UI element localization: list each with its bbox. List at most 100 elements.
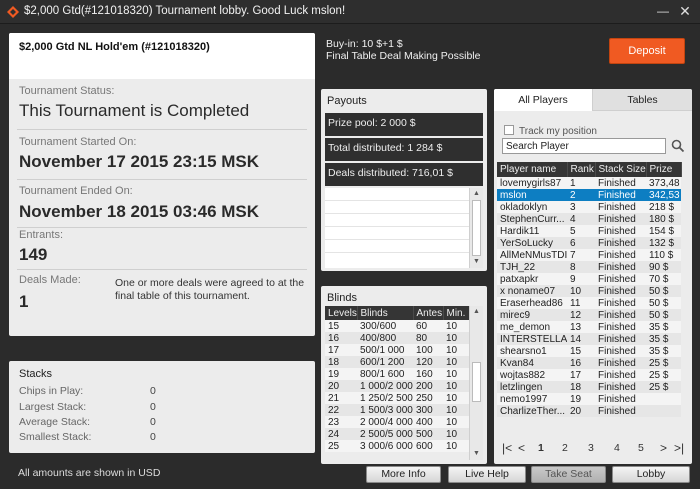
page-number[interactable]: 2	[562, 439, 568, 457]
minimize-button[interactable]: —	[656, 5, 670, 19]
column-header[interactable]: Player name	[497, 162, 568, 177]
app-logo-icon	[7, 6, 19, 18]
page-number[interactable]: 4	[614, 439, 620, 457]
table-row[interactable]: lovemygirls871Finished373,48 $	[497, 177, 681, 189]
ended-value: November 18 2015 03:46 MSK	[19, 202, 260, 221]
last-page-icon[interactable]: >|	[674, 439, 684, 457]
players-table: Player name Rank Stack Size Prize lovemy…	[497, 162, 682, 417]
table-cell: 35 $	[646, 321, 681, 333]
table-row[interactable]: INTERSTELLAR_14Finished35 $	[497, 333, 681, 345]
scroll-down-icon[interactable]: ▼	[470, 257, 483, 267]
table-cell: 10	[567, 285, 595, 297]
table-row: 19 800/1 600 160 10	[325, 368, 469, 380]
table-cell: 22	[325, 404, 357, 416]
entrants-label: Entrants:	[19, 229, 64, 241]
tab-tables[interactable]: Tables	[592, 89, 692, 111]
table-row[interactable]: AllMeNMusTDIE17Finished110 $	[497, 249, 681, 261]
table-cell: lovemygirls87	[497, 177, 567, 189]
players-tabs: All Players Tables	[494, 89, 692, 111]
table-cell: 14	[567, 333, 595, 345]
table-cell: 400/800	[357, 332, 413, 344]
take-seat-button[interactable]: Take Seat	[531, 466, 606, 483]
table-cell: Finished	[595, 357, 646, 369]
page-number[interactable]: 1	[538, 439, 544, 457]
page-number[interactable]: 5	[638, 439, 644, 457]
table-row[interactable]: x noname07 10 Finished 50 $	[497, 285, 681, 297]
table-row[interactable]: Kvan84 16 Finished 25 $	[497, 357, 681, 369]
live-help-button[interactable]: Live Help	[448, 466, 526, 483]
next-page-icon[interactable]: >	[660, 439, 667, 457]
table-cell: 1 500/3 000	[357, 404, 413, 416]
prev-page-icon[interactable]: <	[518, 439, 525, 457]
stack-value: 0	[150, 385, 156, 397]
table-row[interactable]: StephenCurr... 4 Finished 180 $	[497, 213, 681, 225]
table-row[interactable]: mirec9 12 Finished 50 $	[497, 309, 681, 321]
more-info-button[interactable]: More Info	[366, 466, 441, 483]
column-header[interactable]: Levels	[325, 306, 358, 320]
table-cell: Finished	[595, 189, 646, 201]
table-row[interactable]: letzlingen 18 Finished 25 $	[497, 381, 681, 393]
table-cell: 10	[443, 392, 469, 404]
column-header[interactable]: Min.	[443, 306, 470, 320]
table-row[interactable]: shearsno1 15 Finished 35 $	[497, 345, 681, 357]
players-header-row: Player name Rank Stack Size Prize	[497, 162, 682, 177]
table-cell: 25 $	[646, 381, 681, 393]
table-row[interactable]: Eraserhead86 11 Finished 50 $	[497, 297, 681, 309]
payouts-panel: Payouts Prize pool: 2 000 $ Total distri…	[321, 89, 487, 271]
column-header[interactable]: Prize	[646, 162, 682, 177]
column-header[interactable]: Rank	[567, 162, 596, 177]
table-row[interactable]: okladoklyn 3 Finished 218 $	[497, 201, 681, 213]
table-cell: 200	[413, 380, 443, 392]
table-cell: 10	[443, 368, 469, 380]
table-row[interactable]: CharlizeTher... 20 Finished	[497, 405, 681, 417]
payouts-title: Payouts	[327, 95, 367, 107]
table-cell: me_demon	[497, 321, 567, 333]
table-cell: 10	[443, 380, 469, 392]
table-row[interactable]: wojtas882 17 Finished 25 $	[497, 369, 681, 381]
column-header[interactable]: Stack Size	[595, 162, 647, 177]
table-row[interactable]: TJH_22 8 Finished 90 $	[497, 261, 681, 273]
search-player-input[interactable]	[502, 138, 666, 154]
table-cell: 2 000/4 000	[357, 416, 413, 428]
table-cell: 50 $	[646, 309, 681, 321]
blinds-scrollbar[interactable]: ▲ ▼	[469, 306, 483, 460]
table-row[interactable]: mslon2Finished342,53 $	[497, 189, 681, 201]
lobby-button[interactable]: Lobby	[612, 466, 690, 483]
table-cell: 19	[567, 393, 595, 405]
table-cell: 2	[567, 189, 595, 201]
scroll-up-icon[interactable]: ▲	[470, 189, 483, 199]
close-button[interactable]: ✕	[678, 4, 692, 18]
table-cell: 250	[413, 392, 443, 404]
table-row[interactable]: me_demon 13 Finished 35 $	[497, 321, 681, 333]
scroll-thumb[interactable]	[472, 200, 481, 256]
column-header[interactable]: Blinds	[357, 306, 414, 320]
table-cell: 500/1 000	[357, 344, 413, 356]
table-cell: 10	[443, 344, 469, 356]
table-row[interactable]: Hardik11 5 Finished 154 $	[497, 225, 681, 237]
table-row[interactable]: nemo1997 19 Finished	[497, 393, 681, 405]
page-number[interactable]: 3	[588, 439, 594, 457]
track-position[interactable]: Track my position	[504, 125, 597, 137]
table-row[interactable]: YerSoLucky 6 Finished 132 $	[497, 237, 681, 249]
scroll-up-icon[interactable]: ▲	[470, 307, 483, 317]
table-row: 18 600/1 200 120 10	[325, 356, 469, 368]
table-cell: 80	[413, 332, 443, 344]
table-row: 24 2 500/5 000 500 10	[325, 428, 469, 440]
window-title: $2,000 Gtd(#121018320) Tournament lobby.…	[24, 5, 346, 17]
deposit-button[interactable]: Deposit	[609, 38, 685, 64]
table-cell: Finished	[595, 273, 646, 285]
scroll-down-icon[interactable]: ▼	[470, 449, 483, 459]
table-cell: INTERSTELLAR_	[497, 333, 567, 345]
table-row: 20 1 000/2 000 200 10	[325, 380, 469, 392]
stack-label: Average Stack:	[19, 416, 91, 428]
first-page-icon[interactable]: |<	[502, 439, 512, 457]
table-cell: 60	[413, 320, 443, 332]
scroll-thumb[interactable]	[472, 362, 481, 402]
search-icon[interactable]	[671, 139, 685, 153]
table-cell: 10	[443, 320, 469, 332]
column-header[interactable]: Antes	[413, 306, 444, 320]
payouts-scrollbar[interactable]: ▲ ▼	[469, 188, 483, 268]
track-position-checkbox[interactable]	[504, 125, 514, 135]
tab-all-players[interactable]: All Players	[494, 89, 592, 111]
table-row[interactable]: patxapkr 9 Finished 70 $	[497, 273, 681, 285]
